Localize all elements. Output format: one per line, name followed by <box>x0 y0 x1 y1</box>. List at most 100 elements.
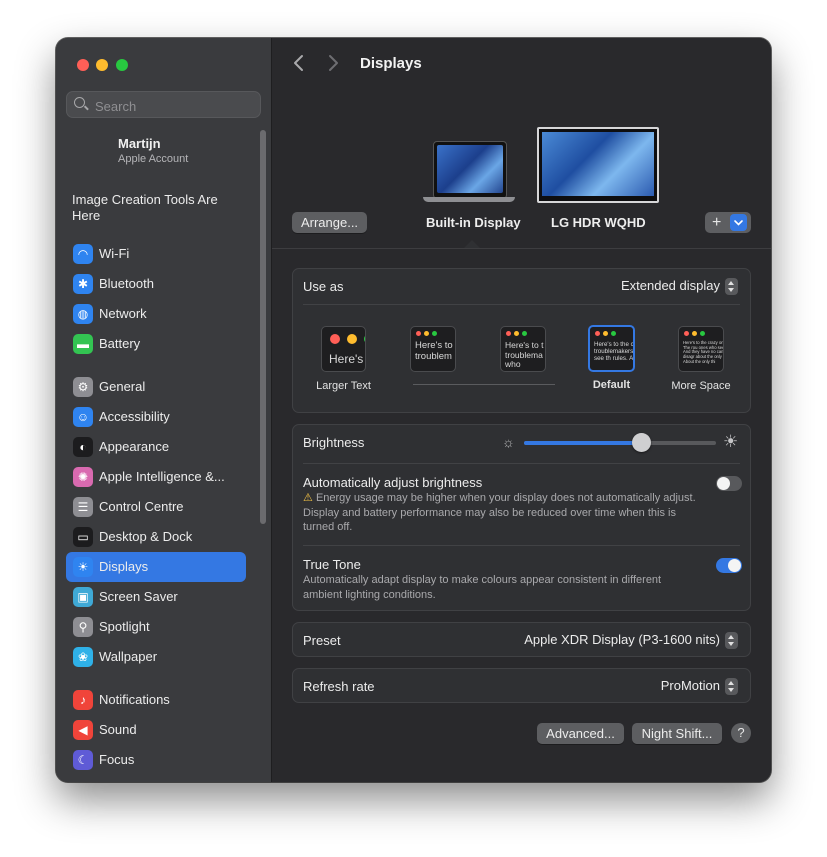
preset-value: Apple XDR Display (P3-1600 nits) <box>524 632 720 647</box>
refresh-rate-label: Refresh rate <box>303 679 375 694</box>
window-dot-icon <box>424 331 429 336</box>
sidebar-scrollbar[interactable] <box>260 130 266 524</box>
sidebar-item-displays[interactable]: ☀ Displays <box>66 552 246 582</box>
speaker-icon: ◀ <box>73 720 93 740</box>
sidebar-item-wallpaper[interactable]: ❀ Wallpaper <box>66 642 246 672</box>
built-in-display-thumbnail[interactable] <box>423 141 515 203</box>
window-dot-icon <box>347 334 357 344</box>
refresh-rate-value: ProMotion <box>660 678 720 693</box>
window-dot-icon <box>364 334 365 344</box>
brightness-slider-knob[interactable] <box>632 433 652 452</box>
use-as-value: Extended display <box>620 278 720 293</box>
sidebar-item-accessibility[interactable]: ☺ Accessibility <box>66 402 246 432</box>
sidebar-item-apple-intelligence[interactable]: ✺ Apple Intelligence &... <box>66 462 246 492</box>
sidebar-item-notifications[interactable]: ♪ Notifications <box>66 685 246 715</box>
help-button[interactable]: ? <box>731 723 751 743</box>
moon-icon: ☾ <box>73 750 93 770</box>
account-subtitle[interactable]: Apple Account <box>118 153 188 165</box>
chevron-left-icon <box>294 55 303 71</box>
resolution-sample-text: Here's to troublem <box>415 339 453 362</box>
true-tone-toggle[interactable] <box>716 558 742 573</box>
auto-brightness-label: Automatically adjust brightness <box>303 475 483 490</box>
arrange-button[interactable]: Arrange... <box>292 212 367 233</box>
sidebar-item-general[interactable]: ⚙ General <box>66 372 246 402</box>
sidebar-item-network[interactable]: ◍ Network <box>66 299 246 329</box>
divider <box>303 463 740 464</box>
appearance-icon: ◐ <box>73 437 93 457</box>
advanced-button[interactable]: Advanced... <box>537 723 624 744</box>
window-dot-icon <box>432 331 437 336</box>
resolution-sample-text: Here's <box>329 352 364 366</box>
resolution-label[interactable]: Default <box>572 379 652 391</box>
bell-icon: ♪ <box>73 690 93 710</box>
lg-display-label[interactable]: LG HDR WQHD <box>551 215 646 230</box>
search-icon <box>74 97 85 108</box>
minimize-button[interactable] <box>96 59 108 71</box>
auto-brightness-toggle[interactable] <box>716 476 742 491</box>
resolution-option[interactable]: Here's to troublem <box>410 326 456 372</box>
divider <box>303 545 740 546</box>
preset-popup[interactable]: Apple XDR Display (P3-1600 nits) <box>498 631 738 650</box>
window-dot-icon <box>595 331 600 336</box>
built-in-display-label[interactable]: Built-in Display <box>426 215 521 230</box>
warning-icon: ⚠ <box>303 492 313 504</box>
promo-banner[interactable]: Image Creation Tools Are Here <box>72 192 222 224</box>
window-dot-icon <box>514 331 519 336</box>
sidebar-item-battery[interactable]: ▬ Battery <box>66 329 246 359</box>
settings-window: Martijn Apple Account Image Creation Too… <box>56 38 771 782</box>
forward-button[interactable] <box>324 54 342 74</box>
sidebar-item-label: Sound <box>99 722 137 737</box>
window-dot-icon <box>611 331 616 336</box>
resolution-sample-text: Here's to the cr troublemakers ones who … <box>594 341 634 363</box>
resolution-option[interactable]: Here's to the crazy ones troublemakers. … <box>678 326 724 372</box>
window-dot-icon <box>416 331 421 336</box>
resolution-label[interactable]: More Space <box>661 380 741 392</box>
close-button[interactable] <box>77 59 89 71</box>
gear-icon: ⚙ <box>73 377 93 397</box>
wifi-icon: ◠ <box>73 244 93 264</box>
selected-display-indicator <box>464 240 480 248</box>
lg-display-thumbnail[interactable] <box>537 127 659 207</box>
resolution-option[interactable]: Here's to t troublema ones who <box>500 326 546 372</box>
brightness-low-icon: ☼ <box>502 434 515 450</box>
zoom-button[interactable] <box>116 59 128 71</box>
true-tone-label: True Tone <box>303 557 361 572</box>
search-input[interactable] <box>93 96 257 116</box>
add-display-button[interactable]: + <box>705 212 751 233</box>
sidebar-item-spotlight[interactable]: ⚲ Spotlight <box>66 612 246 642</box>
brightness-label: Brightness <box>303 435 365 450</box>
sidebar-item-label: Spotlight <box>99 619 150 634</box>
account-name[interactable]: Martijn <box>118 136 161 151</box>
auto-brightness-warning: ⚠ Energy usage may be higher when your d… <box>303 491 703 535</box>
sidebar-item-label: Apple Intelligence &... <box>99 469 225 484</box>
divider <box>303 304 740 305</box>
sidebar-item-focus[interactable]: ☾ Focus <box>66 745 246 775</box>
search-field[interactable] <box>66 91 261 118</box>
sidebar-item-control-centre[interactable]: ☰ Control Centre <box>66 492 246 522</box>
resolution-label[interactable]: Larger Text <box>304 380 384 392</box>
brightness-high-icon: ☀ <box>723 432 739 451</box>
sidebar-item-appearance[interactable]: ◐ Appearance <box>66 432 246 462</box>
night-shift-button[interactable]: Night Shift... <box>632 723 722 744</box>
chevron-down-icon <box>730 214 747 231</box>
sidebar-item-sound[interactable]: ◀ Sound <box>66 715 246 745</box>
sidebar-item-bluetooth[interactable]: ✱ Bluetooth <box>66 269 246 299</box>
resolution-option[interactable]: Here's <box>321 326 366 372</box>
use-as-card: Use as Extended display Here's Larger Tex… <box>292 268 751 413</box>
sidebar-item-wi-fi[interactable]: ◠ Wi-Fi <box>66 239 246 269</box>
window-dot-icon <box>522 331 527 336</box>
sidebar-item-desktop-dock[interactable]: ▭ Desktop & Dock <box>66 522 246 552</box>
brightness-card: Brightness ☼ ☀ Automatically adjust brig… <box>292 424 751 611</box>
sidebar-item-label: Desktop & Dock <box>99 529 193 544</box>
refresh-rate-card: Refresh rate ProMotion <box>292 668 751 703</box>
resolution-sample-text: Here's to t troublema ones who <box>505 339 545 370</box>
refresh-rate-popup[interactable]: ProMotion <box>598 677 738 696</box>
window-dot-icon <box>603 331 608 336</box>
dock-icon: ▭ <box>73 527 93 547</box>
display-arrangement: Arrange... Built-in Display LG HDR WQHD … <box>272 88 771 249</box>
resolution-option[interactable]: Here's to the cr troublemakers ones who … <box>588 325 635 372</box>
sidebar-item-screen-saver[interactable]: ▣ Screen Saver <box>66 582 246 612</box>
window-dot-icon <box>330 334 340 344</box>
window-dot-icon <box>700 331 705 336</box>
back-button[interactable] <box>290 54 308 74</box>
